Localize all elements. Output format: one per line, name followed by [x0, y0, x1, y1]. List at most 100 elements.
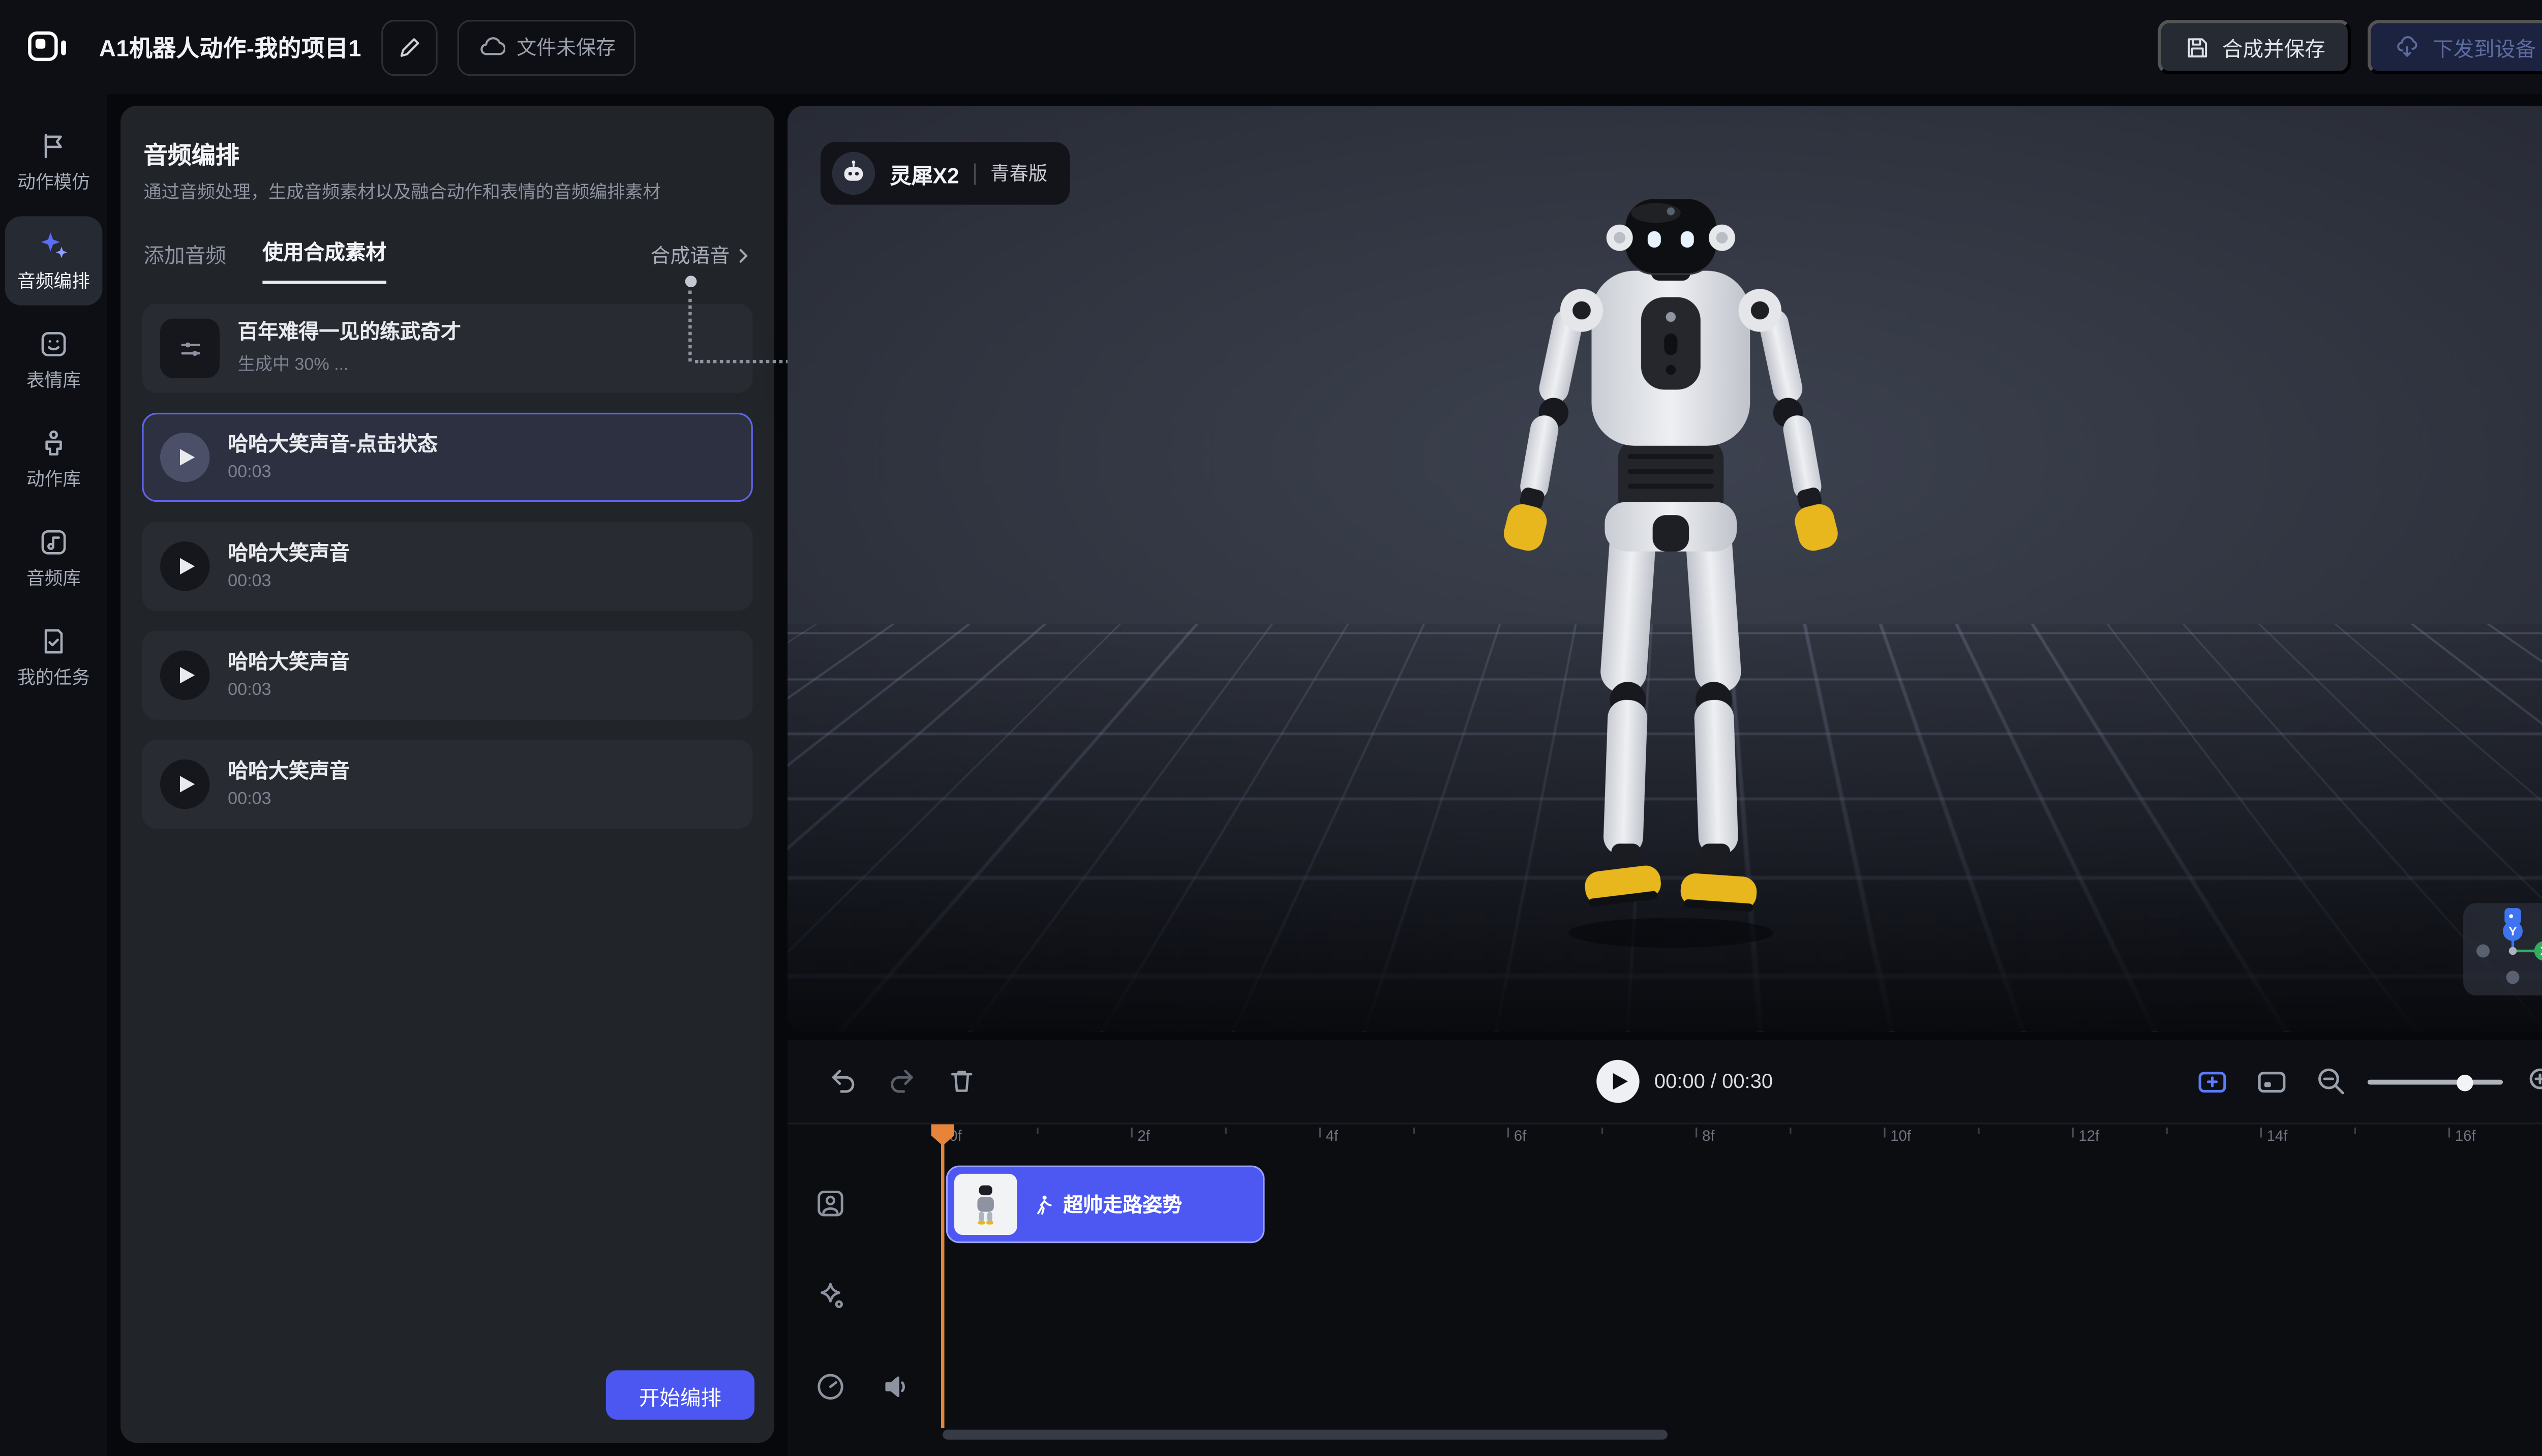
- list-item-audio-selected[interactable]: 哈哈大笑声音-点击状态 00:03: [142, 413, 753, 502]
- speed-dial-icon[interactable]: [814, 1370, 847, 1403]
- item-title: 哈哈大笑声音: [228, 541, 350, 565]
- list-item-audio[interactable]: 哈哈大笑声音 00:03: [142, 740, 753, 829]
- timeline: 0f 2f 4f 6f 8f 10f 12f 14f 16f: [788, 1123, 2542, 1456]
- sidebar-item-label: 表情库: [26, 366, 81, 392]
- sidebar-item-label: 我的任务: [17, 663, 90, 689]
- left-nav: 动作模仿 音频编排 表情库: [0, 94, 107, 1456]
- item-duration: 00:03: [228, 681, 350, 701]
- delete-button[interactable]: [946, 1065, 978, 1097]
- play-icon: [1613, 1073, 1628, 1089]
- viewport-3d[interactable]: 灵犀X2 青春版: [788, 106, 2542, 1032]
- project-title: A1机器人动作-我的项目1: [99, 31, 361, 64]
- guide-connector-dot: [685, 276, 697, 287]
- slider-knob[interactable]: [2457, 1074, 2473, 1090]
- list-item-audio[interactable]: 哈哈大笑声音 00:03: [142, 631, 753, 720]
- zoom-in-icon[interactable]: [2526, 1065, 2542, 1098]
- synthesize-speech-link[interactable]: 合成语音: [650, 241, 754, 284]
- gizmo-axis-negative: [2506, 970, 2520, 984]
- panel-tabs: 添加音频 使用合成素材 合成语音: [144, 231, 755, 284]
- timeline-scrollbar[interactable]: [943, 1430, 1668, 1439]
- item-duration: 00:03: [228, 463, 438, 482]
- app-window: A1机器人动作-我的项目1 文件未保存: [0, 0, 2542, 1456]
- fit-timeline-icon[interactable]: [2196, 1065, 2229, 1098]
- time-display: 00:00 / 00:30: [1654, 1070, 1773, 1093]
- track-view-icon[interactable]: [2255, 1065, 2288, 1098]
- playhead-line: [941, 1126, 944, 1428]
- gizmo-axis-negative: [2476, 945, 2490, 958]
- sidebar-item-expression-library[interactable]: 表情库: [5, 315, 103, 404]
- smiley-box-icon: [38, 328, 70, 359]
- guide-connector-line: [688, 291, 691, 362]
- synthesize-speech-label: 合成语音: [650, 241, 730, 269]
- item-title: 哈哈大笑声音: [228, 650, 350, 674]
- rename-button[interactable]: [381, 19, 437, 75]
- redo-button[interactable]: [887, 1065, 918, 1097]
- sidebar-item-label: 音频库: [26, 564, 81, 590]
- timeline-clip-walk[interactable]: 超帅走路姿势: [946, 1166, 1265, 1243]
- robot-model[interactable]: [1489, 195, 1852, 954]
- undo-button[interactable]: [827, 1065, 859, 1097]
- deploy-button[interactable]: 下发到设备: [2368, 20, 2542, 74]
- file-status-chip[interactable]: 文件未保存: [457, 19, 636, 75]
- expression-track-icon[interactable]: [814, 1280, 847, 1313]
- robot-left-arm: [1501, 307, 1586, 554]
- motion-track-icon[interactable]: [814, 1187, 847, 1220]
- robot-avatar-icon: [832, 152, 875, 195]
- timeline-zoom-slider[interactable]: [2368, 1080, 2503, 1085]
- music-note-box-icon: [38, 526, 70, 557]
- sidebar-item-audio-arrange[interactable]: 音频编排: [5, 216, 103, 305]
- sidebar-item-motion-library[interactable]: 动作库: [5, 414, 103, 503]
- save-button-label: 合成并保存: [2222, 32, 2325, 63]
- play-audio-button[interactable]: [160, 541, 209, 591]
- play-button[interactable]: [1596, 1060, 1639, 1103]
- svg-text:X: X: [2540, 945, 2542, 958]
- person-icon: [38, 427, 70, 458]
- svg-text:Y: Y: [2508, 925, 2517, 938]
- play-audio-button[interactable]: [160, 650, 209, 700]
- audio-arrange-panel: 音频编排 通过音频处理，生成音频素材以及融合动作和表情的音频编排素材 添加音频 …: [120, 106, 774, 1443]
- sidebar-item-label: 动作库: [26, 465, 81, 491]
- item-duration: 00:03: [228, 572, 350, 592]
- tab-use-synth-material[interactable]: 使用合成素材: [262, 234, 386, 284]
- cloud-download-icon: [2395, 34, 2421, 60]
- task-document-icon: [38, 625, 70, 656]
- header: A1机器人动作-我的项目1 文件未保存: [0, 0, 2542, 94]
- play-audio-button[interactable]: [160, 760, 209, 809]
- play-icon: [180, 558, 195, 574]
- sidebar-item-label: 动作模仿: [17, 168, 90, 194]
- item-title: 哈哈大笑声音: [228, 759, 350, 783]
- play-audio-button[interactable]: [160, 433, 209, 482]
- sidebar-item-my-tasks[interactable]: 我的任务: [5, 613, 103, 702]
- play-icon: [180, 776, 195, 792]
- item-progress: 生成中 30% ...: [238, 351, 461, 376]
- item-title: 百年难得一见的练武奇才: [238, 320, 461, 345]
- chevron-right-icon: [732, 244, 754, 266]
- panel-title: 音频编排: [144, 137, 239, 172]
- zoom-out-icon[interactable]: [2315, 1065, 2348, 1098]
- clip-thumbnail: [954, 1174, 1017, 1235]
- robot-head: [1607, 198, 1735, 274]
- list-item-generating[interactable]: 百年难得一见的练武奇才 生成中 30% ...: [142, 304, 753, 393]
- tab-add-audio[interactable]: 添加音频: [144, 238, 226, 284]
- robot-right-arm: [1756, 307, 1841, 554]
- sidebar-item-motion-imitation[interactable]: 动作模仿: [5, 117, 103, 206]
- audio-processing-icon: [160, 319, 220, 378]
- list-item-audio[interactable]: 哈哈大笑声音 00:03: [142, 522, 753, 611]
- play-icon: [180, 667, 195, 683]
- transport-bar: 00:00 / 00:30: [788, 1040, 2542, 1123]
- badge-divider: [974, 163, 976, 184]
- app-logo-icon: [26, 25, 69, 68]
- speaker-icon[interactable]: [880, 1370, 913, 1403]
- save-button[interactable]: 合成并保存: [2158, 20, 2352, 74]
- axis-gizmo[interactable]: Y X: [2463, 903, 2542, 995]
- robot-torso: [1560, 254, 1781, 552]
- play-icon: [180, 449, 195, 465]
- floppy-icon: [2184, 34, 2211, 60]
- sidebar-item-label: 音频编排: [17, 266, 90, 293]
- start-arrange-button[interactable]: 开始编排: [606, 1370, 754, 1419]
- clip-label: 超帅走路姿势: [1063, 1190, 1182, 1218]
- header-actions: 合成并保存 下发到设备: [2158, 20, 2542, 74]
- sidebar-item-audio-library[interactable]: 音频库: [5, 513, 103, 602]
- deploy-button-label: 下发到设备: [2433, 32, 2536, 63]
- robot-right-leg: [1680, 507, 1758, 912]
